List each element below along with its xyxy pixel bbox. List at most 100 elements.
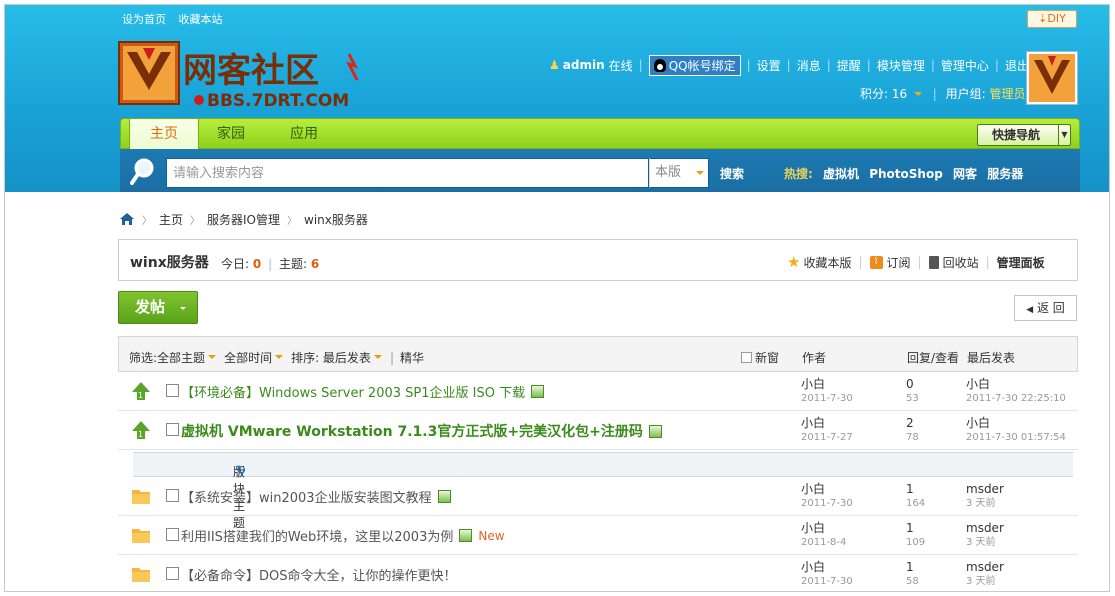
- chevron-down-icon: [275, 354, 284, 359]
- thread-checkbox[interactable]: [166, 489, 179, 502]
- reply-view-count: 1 164: [906, 482, 925, 511]
- reply-view-count: 2 78: [906, 416, 919, 445]
- chevron-down-icon: [373, 354, 382, 359]
- messages-link[interactable]: 消息: [797, 57, 821, 74]
- forum-title: winx服务器: [130, 255, 209, 271]
- avatar[interactable]: [1026, 51, 1078, 105]
- thread-checkbox[interactable]: [166, 528, 179, 541]
- thread-title-link[interactable]: 虚拟机 VMware Workstation 7.1.3官方正式版+完美汉化包+…: [181, 421, 662, 441]
- points-dropdown[interactable]: 积分: 16: [860, 87, 907, 101]
- chevron-down-icon: [913, 92, 922, 96]
- nav-item-apps[interactable]: 应用: [279, 119, 329, 150]
- site-logo[interactable]: 网客社区 BBS.7DRT.COM: [117, 40, 363, 111]
- quick-nav-button[interactable]: 快捷导航 ▼: [977, 124, 1071, 146]
- breadcrumb-home[interactable]: 主页: [159, 211, 183, 228]
- avatar-image: [1029, 54, 1075, 102]
- user-icon: ♟: [549, 58, 560, 72]
- reply-view-count: 0 53: [906, 377, 919, 406]
- bookmark-link[interactable]: 收藏本站: [179, 13, 223, 26]
- table-row: 利用IIS搭建我们的Web环境，这里以2003为例 New 小白 2011-8-…: [118, 516, 1078, 555]
- pinned-up-arrow-icon: 1: [132, 421, 150, 439]
- new-window-checkbox[interactable]: [741, 352, 752, 363]
- author-link[interactable]: 小白: [801, 560, 825, 574]
- author-link[interactable]: 小白: [801, 482, 825, 496]
- today-count: 0: [252, 257, 262, 271]
- thread-filters: 筛选: 全部主题 全部时间 排序: 最后发表 | 精华: [129, 349, 424, 366]
- search-input[interactable]: [166, 158, 649, 188]
- breadcrumb-forum[interactable]: winx服务器: [304, 211, 368, 228]
- thread-author: 小白 2011-8-4: [801, 521, 846, 550]
- logo-url: BBS.7DRT.COM: [207, 91, 349, 110]
- table-row: 【必备命令】DOS命令大全，让你的操作更快！ 小白 2011-7-30 1 58…: [118, 555, 1078, 591]
- thread-title-link[interactable]: 利用IIS搭建我们的Web环境，这里以2003为例 New: [181, 526, 505, 546]
- author-link[interactable]: 小白: [801, 416, 825, 430]
- reply-count: 2: [906, 416, 914, 430]
- page-frame: 设为首页 收藏本站 ⇣DIY 网客社区 BBS.7DRT.COM ♟ admin…: [4, 4, 1110, 592]
- thread-title-link[interactable]: 【系统安装】win2003企业版安装图文教程: [181, 487, 451, 506]
- author-link[interactable]: 小白: [801, 377, 825, 391]
- col-last-post: 最后发表: [967, 351, 1016, 365]
- notifications-link[interactable]: 提醒: [837, 57, 861, 74]
- author-link[interactable]: 小白: [801, 521, 825, 535]
- breadcrumb-category[interactable]: 服务器IO管理: [207, 211, 280, 228]
- hot-search-link[interactable]: 虚拟机: [823, 167, 859, 181]
- last-post-time[interactable]: 2011-7-30 01:57:54: [966, 431, 1066, 445]
- last-post-time[interactable]: 3 天前: [966, 536, 1004, 550]
- username-link[interactable]: admin: [563, 58, 605, 72]
- recycle-bin-link[interactable]: 回收站: [943, 254, 979, 271]
- filter-all-time[interactable]: 全部时间: [224, 349, 272, 366]
- sort-select[interactable]: 排序: 最后发表: [291, 349, 371, 366]
- new-badge: New: [478, 528, 505, 543]
- filter-all-threads[interactable]: 全部主题: [157, 349, 205, 366]
- search-scope-select[interactable]: 本版: [649, 158, 709, 188]
- favorite-forum-link[interactable]: 收藏本版: [803, 254, 851, 271]
- folder-icon: [132, 490, 150, 504]
- last-post-time[interactable]: 2011-7-30 22:25:10: [966, 392, 1066, 406]
- filter-digest[interactable]: 精华: [400, 349, 424, 366]
- thread-checkbox[interactable]: [166, 567, 179, 580]
- thread-title-link[interactable]: 【必备命令】DOS命令大全，让你的操作更快！: [181, 565, 457, 584]
- hot-searches: 热搜: 虚拟机 PhotoShop 网客 服务器: [784, 165, 1029, 182]
- view-count: 58: [906, 576, 919, 587]
- new-window-toggle[interactable]: 新窗: [741, 349, 779, 366]
- admin-center-link[interactable]: 管理中心: [941, 57, 989, 74]
- qq-bind-button[interactable]: QQ帐号绑定: [648, 54, 741, 76]
- last-poster-link[interactable]: 小白: [966, 416, 990, 430]
- hot-search-link[interactable]: PhotoShop: [869, 167, 943, 181]
- subscribe-link[interactable]: 订阅: [887, 254, 911, 271]
- group-label: 用户组:: [945, 87, 986, 101]
- forum-header: winx服务器 今日: 0 | 主题: 6 ★ 收藏本版 | ⌇ 订阅 | 回收…: [118, 239, 1078, 281]
- last-poster-link[interactable]: msder: [966, 521, 1004, 535]
- diy-button[interactable]: ⇣DIY: [1027, 10, 1077, 28]
- new-post-button[interactable]: 发帖: [118, 291, 198, 324]
- manage-panel-link[interactable]: 管理面板: [997, 254, 1045, 271]
- last-poster-link[interactable]: msder: [966, 482, 1004, 496]
- module-manage-link[interactable]: 模块管理: [877, 57, 925, 74]
- user-group-link[interactable]: 管理员: [990, 87, 1026, 101]
- logo-image: 网客社区 BBS.7DRT.COM: [118, 41, 359, 111]
- reply-count: 0: [906, 377, 914, 391]
- home-icon[interactable]: [119, 212, 135, 226]
- last-post-time[interactable]: 3 天前: [966, 575, 1004, 589]
- set-home-link[interactable]: 设为首页: [122, 13, 166, 26]
- hot-search-link[interactable]: 服务器: [987, 167, 1023, 181]
- breadcrumb: 〉 主页 〉 服务器IO管理 〉 winx服务器: [119, 211, 368, 227]
- thread-title-link[interactable]: 【环境必备】Windows Server 2003 SP1企业版 ISO 下载: [181, 382, 545, 401]
- refresh-icon[interactable]: ↻: [236, 463, 246, 477]
- search-button[interactable]: 搜索: [720, 165, 744, 182]
- last-post-time[interactable]: 3 天前: [966, 497, 1004, 511]
- settings-link[interactable]: 设置: [757, 57, 781, 74]
- hot-search-link[interactable]: 网客: [953, 167, 977, 181]
- image-attachment-icon: [648, 424, 662, 438]
- thread-checkbox[interactable]: [166, 384, 179, 397]
- col-replies: 回复/查看: [907, 351, 960, 365]
- search-bar: 本版 搜索 热搜: 虚拟机 PhotoShop 网客 服务器: [120, 149, 1080, 192]
- nav-item-home[interactable]: 主页: [129, 119, 199, 150]
- reply-count: 1: [906, 560, 914, 574]
- thread-checkbox[interactable]: [166, 423, 179, 436]
- nav-item-family[interactable]: 家园: [206, 119, 256, 150]
- back-button[interactable]: ◀ 返 回: [1014, 295, 1077, 321]
- last-poster-link[interactable]: 小白: [966, 377, 990, 391]
- view-count: 164: [906, 498, 926, 509]
- last-poster-link[interactable]: msder: [966, 560, 1004, 574]
